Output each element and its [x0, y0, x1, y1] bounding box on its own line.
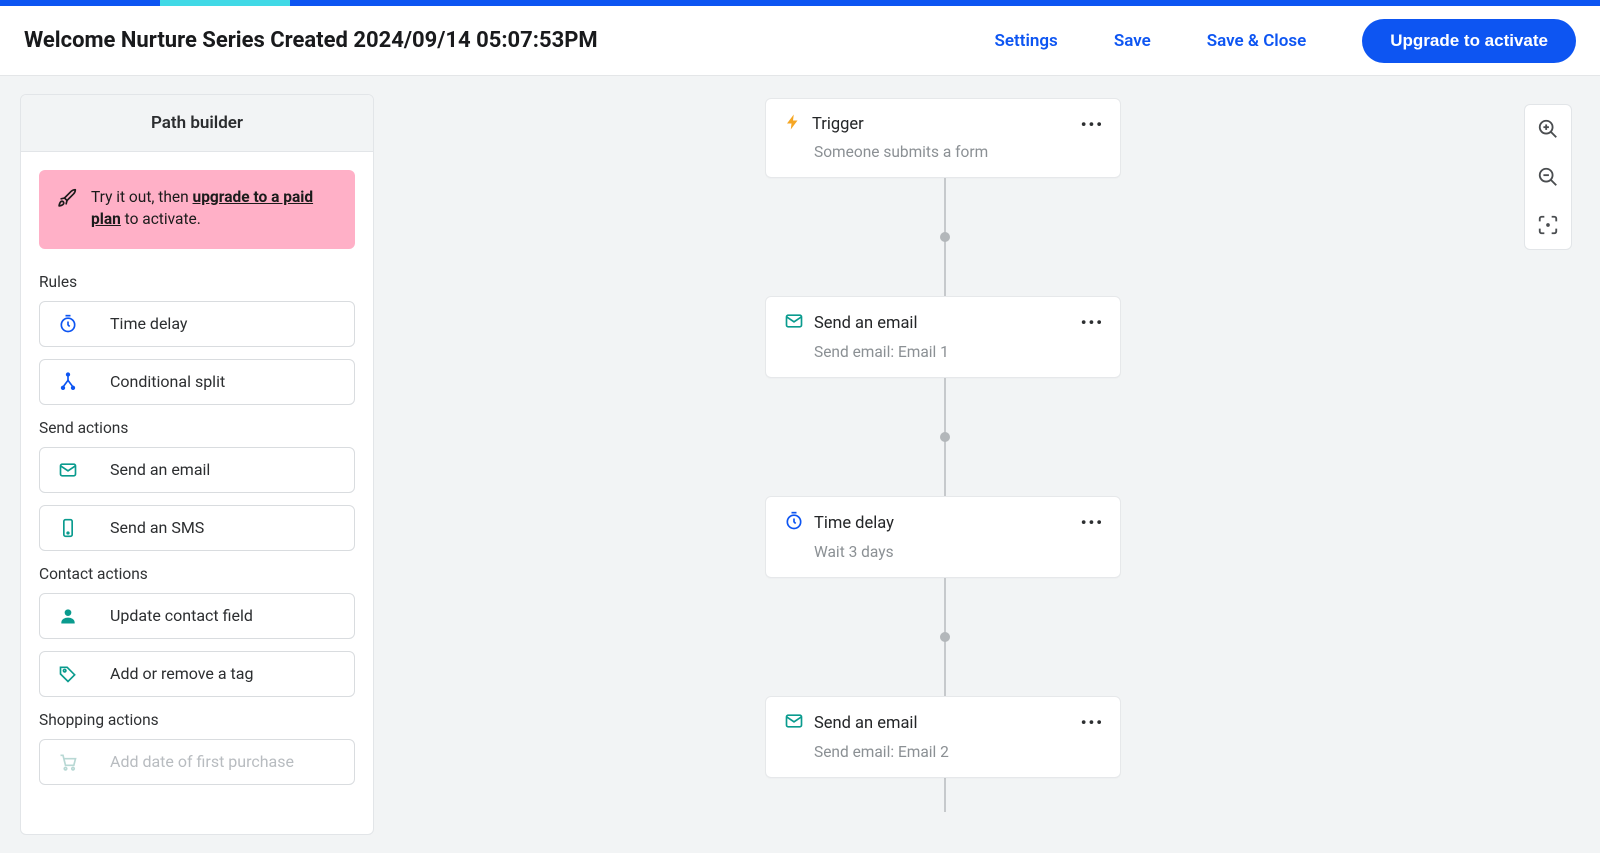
- bolt-icon: [784, 113, 802, 135]
- block-add-remove-tag[interactable]: Add or remove a tag: [39, 651, 355, 697]
- top-progress-bar: [0, 0, 1600, 6]
- node-menu-icon[interactable]: •••: [1081, 713, 1104, 732]
- upgrade-promo[interactable]: Try it out, then upgrade to a paid plan …: [39, 170, 355, 249]
- page-title: Welcome Nurture Series Created 2024/09/1…: [24, 28, 598, 53]
- block-first-purchase[interactable]: Add date of first purchase: [39, 739, 355, 785]
- add-step-dot[interactable]: [940, 232, 950, 242]
- fit-screen-button[interactable]: [1534, 211, 1562, 239]
- block-update-contact[interactable]: Update contact field: [39, 593, 355, 639]
- header: Welcome Nurture Series Created 2024/09/1…: [0, 6, 1600, 76]
- section-rules-title: Rules: [39, 273, 355, 291]
- block-conditional-split[interactable]: Conditional split: [39, 359, 355, 405]
- mail-icon: [784, 311, 804, 335]
- path-builder-title: Path builder: [21, 95, 373, 152]
- node-menu-icon[interactable]: •••: [1081, 115, 1104, 134]
- flow-canvas[interactable]: Trigger Someone submits a form ••• Send …: [380, 76, 1510, 853]
- save-link[interactable]: Save: [1114, 31, 1151, 51]
- connector: [765, 578, 1125, 696]
- section-send-title: Send actions: [39, 419, 355, 437]
- add-step-dot[interactable]: [940, 632, 950, 642]
- split-icon: [56, 372, 80, 392]
- connector: [765, 378, 1125, 496]
- section-contact-title: Contact actions: [39, 565, 355, 583]
- block-send-sms[interactable]: Send an SMS: [39, 505, 355, 551]
- node-time-delay[interactable]: Time delay Wait 3 days •••: [765, 496, 1121, 578]
- zoom-controls: [1524, 104, 1572, 250]
- header-actions: Settings Save Save & Close Upgrade to ac…: [995, 19, 1576, 63]
- upgrade-button[interactable]: Upgrade to activate: [1362, 19, 1576, 63]
- timer-icon: [56, 314, 80, 334]
- promo-text: Try it out, then upgrade to a paid plan …: [91, 186, 337, 231]
- rocket-icon: [57, 186, 77, 212]
- save-close-link[interactable]: Save & Close: [1207, 31, 1306, 51]
- section-shopping-title: Shopping actions: [39, 711, 355, 729]
- zoom-in-button[interactable]: [1534, 115, 1562, 143]
- timer-icon: [784, 511, 804, 535]
- cart-icon: [56, 752, 80, 772]
- block-send-email[interactable]: Send an email: [39, 447, 355, 493]
- connector: [765, 778, 1125, 812]
- block-time-delay[interactable]: Time delay: [39, 301, 355, 347]
- person-icon: [56, 606, 80, 626]
- node-menu-icon[interactable]: •••: [1081, 313, 1104, 332]
- node-menu-icon[interactable]: •••: [1081, 513, 1104, 532]
- phone-icon: [56, 518, 80, 538]
- path-builder-panel: Path builder Try it out, then upgrade to…: [20, 94, 374, 835]
- mail-icon: [784, 711, 804, 735]
- node-trigger[interactable]: Trigger Someone submits a form •••: [765, 98, 1121, 178]
- mail-icon: [56, 460, 80, 480]
- node-send-email-1[interactable]: Send an email Send email: Email 1 •••: [765, 296, 1121, 378]
- workspace: Path builder Try it out, then upgrade to…: [0, 76, 1600, 853]
- node-send-email-2[interactable]: Send an email Send email: Email 2 •••: [765, 696, 1121, 778]
- add-step-dot[interactable]: [940, 432, 950, 442]
- settings-link[interactable]: Settings: [995, 31, 1058, 51]
- tag-icon: [56, 664, 80, 684]
- zoom-out-button[interactable]: [1534, 163, 1562, 191]
- connector: [765, 178, 1125, 296]
